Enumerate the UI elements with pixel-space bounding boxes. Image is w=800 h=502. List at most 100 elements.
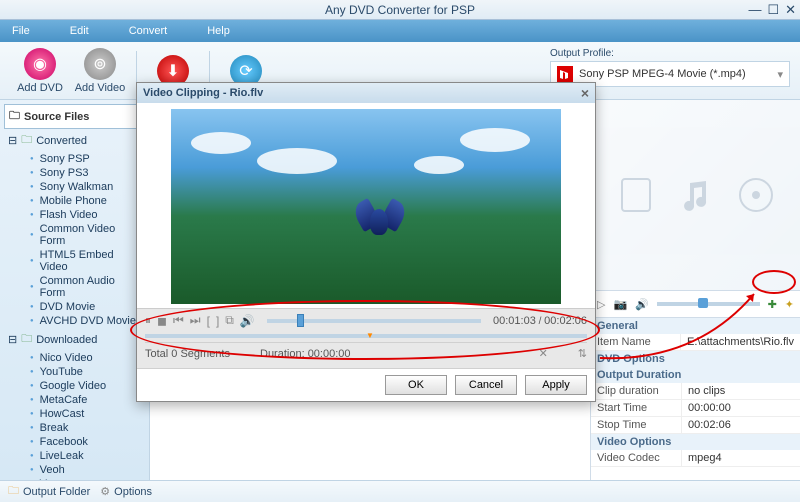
prop-video-codec[interactable]: Video Codecmpeg4 [591, 450, 800, 467]
dialog-buttons: OK Cancel Apply [137, 368, 595, 401]
clip-controls: ⏸ ◼ ⏮ ⏭ [ ] ⧉ 🔊 00:01:03 / 00:02:06 ▼ To… [137, 308, 595, 368]
effects-wand-icon[interactable]: ✦ [785, 298, 794, 311]
sidebar-item[interactable]: Sony PS3 [4, 166, 145, 180]
sidebar-item[interactable]: YouTube [4, 365, 145, 379]
dialog-header[interactable]: Video Clipping - Rio.flv × [137, 83, 595, 103]
options-button[interactable]: ⚙Options [100, 485, 152, 498]
close-icon[interactable]: × [581, 85, 589, 101]
chevron-down-icon: ▾ [777, 68, 783, 81]
sidebar-item[interactable]: Sony PSP [4, 152, 145, 166]
minus-icon: ⊟ [8, 134, 17, 147]
sidebar-item[interactable]: Veoh [4, 463, 145, 477]
cancel-button[interactable]: Cancel [455, 375, 517, 395]
prop-stop-time[interactable]: Stop Time00:02:06 [591, 417, 800, 434]
stop-icon[interactable]: ◼ [157, 314, 167, 328]
window-controls: — ☐ ✕ [748, 2, 796, 18]
section-general: General [591, 318, 800, 334]
preview-placeholder [591, 100, 800, 290]
next-icon[interactable]: ⏭ [190, 313, 201, 328]
prev-icon[interactable]: ⏮ [173, 313, 184, 328]
folder-icon: 🗀 [21, 131, 32, 150]
sidebar-item[interactable]: Facebook [4, 435, 145, 449]
gear-icon: ⚙ [100, 485, 110, 498]
close-button[interactable]: ✕ [785, 2, 796, 18]
menu-help[interactable]: Help [207, 25, 230, 37]
sidebar-item[interactable]: AVCHD DVD Movie [4, 314, 145, 328]
add-dvd-label: Add DVD [17, 82, 63, 94]
sidebar: 🗀Source Files ⊟🗀Converted Sony PSPSony P… [0, 100, 150, 480]
time-slider[interactable] [267, 319, 481, 323]
sidebar-item[interactable]: Break [4, 421, 145, 435]
sidebar-item[interactable]: HTML5 Embed Video [4, 248, 145, 274]
menu-convert[interactable]: Convert [129, 25, 168, 37]
apply-button[interactable]: Apply [525, 375, 587, 395]
prop-start-time[interactable]: Start Time00:00:00 [591, 400, 800, 417]
play-icon[interactable]: ▷ [597, 298, 605, 311]
clip-add-icon[interactable]: ✚ [768, 298, 777, 311]
minimize-button[interactable]: — [748, 2, 761, 18]
output-profile-label: Output Profile: [550, 48, 790, 59]
sidebar-item[interactable]: Sony Walkman [4, 180, 145, 194]
title-bar: Any DVD Converter for PSP — ☐ ✕ [0, 0, 800, 20]
video-frame-bird [362, 195, 398, 243]
menu-edit[interactable]: Edit [70, 25, 89, 37]
sidebar-item[interactable]: DVD Movie [4, 300, 145, 314]
disc-icon [736, 175, 776, 215]
tablet-icon [616, 175, 656, 215]
sidebar-item[interactable]: Nico Video [4, 351, 145, 365]
segment-track[interactable]: ▼ [145, 334, 587, 338]
dvd-icon: ◉ [24, 48, 56, 80]
marker-icon: ▼ [366, 331, 374, 340]
bracket-open-icon[interactable]: [ [207, 314, 210, 328]
folder-icon: 🗀 [21, 330, 32, 349]
segment-count: Total 0 Segments [145, 348, 230, 360]
video-preview [171, 109, 561, 304]
section-dvd: DVD Options [591, 351, 800, 367]
prop-item-name[interactable]: Item NameE:\attachments\Rio.flv [591, 334, 800, 351]
properties-table: General Item NameE:\attachments\Rio.flv … [591, 318, 800, 480]
playstation-icon [557, 66, 573, 82]
add-video-button[interactable]: ⊚ Add Video [70, 48, 130, 94]
maximize-button[interactable]: ☐ [767, 2, 779, 18]
sidebar-item[interactable]: Mobile Phone [4, 194, 145, 208]
bracket-close-icon[interactable]: ] [216, 314, 219, 328]
preview-toolbar: ▷ 📷 🔊 ✚ ✦ [591, 290, 800, 318]
video-icon: ⊚ [84, 48, 116, 80]
video-clipping-dialog: Video Clipping - Rio.flv × ⏸ ◼ ⏮ ⏭ [ ] ⧉… [136, 82, 596, 402]
sidebar-item[interactable]: Google Video [4, 379, 145, 393]
section-video: Video Options [591, 434, 800, 450]
folder-converted[interactable]: ⊟🗀Converted [4, 129, 145, 152]
prop-clip-duration[interactable]: Clip durationno clips [591, 383, 800, 400]
minus-icon: ⊟ [8, 333, 17, 346]
sidebar-item[interactable]: HowCast [4, 407, 145, 421]
volume-icon[interactable]: 🔊 [635, 298, 649, 311]
copy-icon[interactable]: ⧉ [225, 313, 234, 328]
delete-segment-icon[interactable]: ✕ [539, 347, 548, 360]
sidebar-item[interactable]: Common Audio Form [4, 274, 145, 300]
output-folder-button[interactable]: 🗀Output Folder [8, 482, 90, 501]
menu-file[interactable]: File [12, 25, 30, 37]
pause-icon[interactable]: ⏸ [145, 313, 151, 328]
camera-icon[interactable]: 📷 [613, 298, 627, 311]
segment-info: Total 0 Segments Duration: 00:00:00 ✕ ⇅ [145, 342, 587, 364]
ok-button[interactable]: OK [385, 375, 447, 395]
menu-bar: File Edit Convert Help [0, 20, 800, 42]
sidebar-item[interactable]: Vevo [4, 477, 145, 480]
sidebar-item[interactable]: LiveLeak [4, 449, 145, 463]
volume-icon[interactable]: 🔊 [240, 314, 255, 328]
sidebar-item[interactable]: MetaCafe [4, 393, 145, 407]
volume-slider[interactable] [657, 302, 760, 306]
sidebar-item[interactable]: Flash Video [4, 208, 145, 222]
add-video-label: Add Video [75, 82, 126, 94]
updown-icon[interactable]: ⇅ [578, 347, 587, 360]
music-icon [676, 175, 716, 215]
folder-icon: 🗀 [9, 107, 20, 126]
time-display: 00:01:03 / 00:02:06 [493, 315, 587, 327]
folder-downloaded[interactable]: ⊟🗀Downloaded [4, 328, 145, 351]
sidebar-item[interactable]: Common Video Form [4, 222, 145, 248]
output-profile-value: Sony PSP MPEG-4 Movie (*.mp4) [579, 68, 777, 80]
sidebar-header: 🗀Source Files [4, 104, 145, 129]
section-duration: Output Duration [591, 367, 800, 383]
add-dvd-button[interactable]: ◉ Add DVD [10, 48, 70, 94]
bottom-bar: 🗀Output Folder ⚙Options [0, 480, 800, 502]
